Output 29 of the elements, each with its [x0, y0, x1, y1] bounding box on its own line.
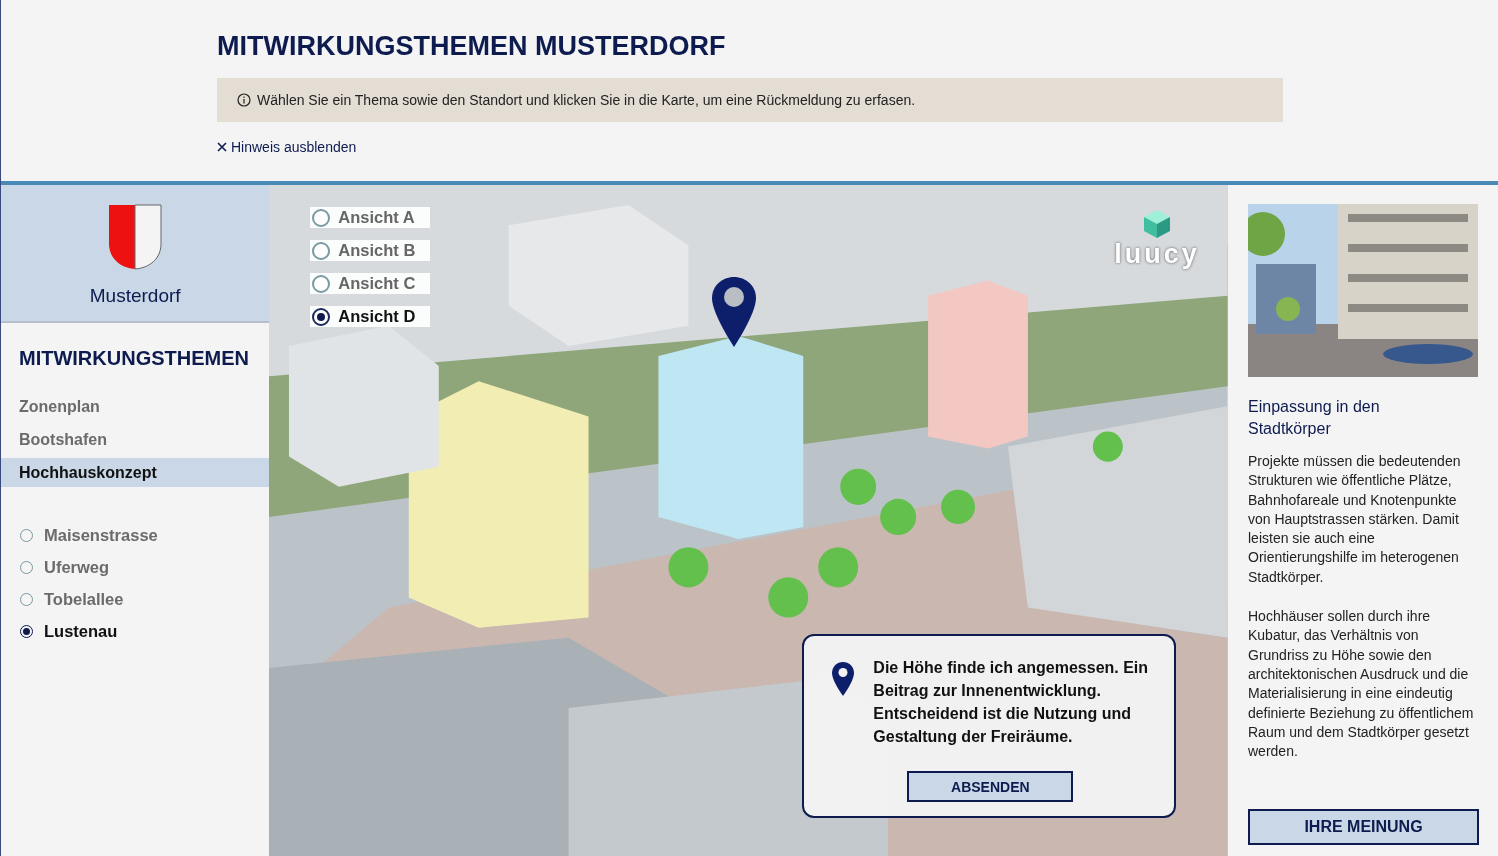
topic-item[interactable]: Hochhauskonzept	[1, 458, 270, 487]
info-icon	[237, 93, 251, 107]
cube-icon	[1142, 209, 1173, 239]
hide-hint-link[interactable]: Hinweis ausblenden	[217, 139, 357, 155]
close-icon	[217, 142, 227, 152]
page-title: MITWIRKUNGSTHEMEN MUSTERDORF	[217, 30, 727, 63]
info-paragraph: Projekte müssen die bedeutenden Strukturen wie öffentliche Plätze, Bahnhofareale und Knotenpunkte von Hauptstrassen stärken. Damit leisten sie auch eine Orientierungshilfe im heterogenen Stadtkörper.	[1248, 452, 1462, 587]
hint-text: Wählen Sie ein Thema sowie den Standort und klicken Sie in die Karte, um eine Rückmeldung zu erfasen.	[257, 92, 916, 108]
opinion-button[interactable]: IHRE MEINUNG	[1248, 809, 1479, 845]
location-radio[interactable]: Tobelallee	[1, 583, 270, 615]
info-title: Einpassung in den Stadtkörper	[1248, 397, 1381, 439]
info-paragraph: Hochhäuser sollen durch ihre Kubatur, das Verhältnis von Grundriss zu Höhe sowie den architektonischen Ausdruck und die Materialisierung in eine eindeutig definierte Beziehung zu öffentlichem Raum und dem Stadtkörper gesetzt werden.	[1248, 607, 1475, 762]
location-radio[interactable]: Lustenau	[1, 615, 270, 647]
view-option[interactable]: Ansicht D	[310, 306, 431, 327]
coat-of-arms-icon	[108, 204, 163, 270]
topic-item[interactable]: Bootshafen	[1, 425, 270, 454]
map-logo: luucy	[1114, 239, 1200, 269]
view-option[interactable]: Ansicht B	[310, 240, 431, 261]
feedback-text: Die Höhe finde ich angemessen. Ein Beitrag zur Innenentwicklung. Entscheidend ist die Nutzung und Gestaltung der Freiräume.	[873, 658, 1150, 747]
map-pin-icon	[711, 276, 758, 348]
topics-heading: MITWIRKUNGSTHEMEN	[19, 347, 250, 370]
municipality-name: Musterdorf	[89, 285, 181, 307]
submit-button[interactable]: ABSENDEN	[907, 771, 1074, 802]
view-option[interactable]: Ansicht A	[310, 207, 431, 228]
location-radio[interactable]: Uferweg	[1, 551, 270, 583]
view-option[interactable]: Ansicht C	[310, 273, 431, 294]
topic-item[interactable]: Zonenplan	[1, 392, 270, 421]
location-radio[interactable]: Maisenstrasse	[1, 519, 270, 551]
location-pin-icon	[831, 661, 856, 697]
